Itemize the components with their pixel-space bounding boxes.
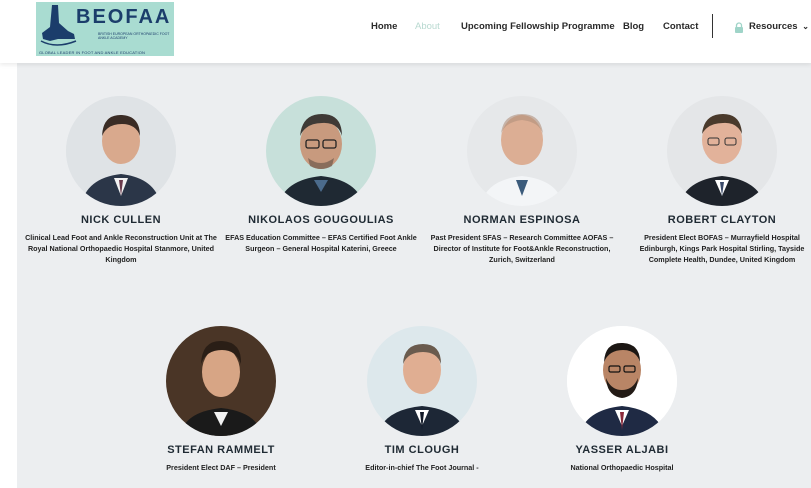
faculty-role: President Elect BOFAS – Murrayfield Hosp… <box>639 233 805 264</box>
nav-home[interactable]: Home <box>371 21 397 32</box>
portrait-image <box>367 326 477 436</box>
avatar <box>367 326 477 436</box>
faculty-card: ROBERT CLAYTON President Elect BOFAS – M… <box>622 96 811 265</box>
faculty-name: YASSER ALJABI <box>575 444 669 456</box>
faculty-role: President Elect DAF – President <box>166 463 276 472</box>
portrait-image <box>667 96 777 206</box>
faculty-card: NICK CULLEN Clinical Lead Foot and Ankle… <box>21 96 221 265</box>
portrait-image <box>467 96 577 206</box>
portrait-image <box>166 326 276 436</box>
faculty-card: TIM CLOUGH Editor-in-chief The Foot Jour… <box>322 326 522 473</box>
nav-resources[interactable]: Resources ⌄ <box>749 21 809 32</box>
page: BEOFAA BRITISH EUROPEAN ORTHOPAEDIC FOOT… <box>0 0 811 488</box>
faculty-role: National Orthopaedic Hospital <box>570 463 674 472</box>
faculty-name: TIM CLOUGH <box>384 444 460 456</box>
site-header: BEOFAA BRITISH EUROPEAN ORTHOPAEDIC FOOT… <box>0 0 811 63</box>
faculty-section: NICK CULLEN Clinical Lead Foot and Ankle… <box>17 63 811 488</box>
portrait-image <box>567 326 677 436</box>
faculty-name: STEFAN RAMMELT <box>167 444 275 456</box>
faculty-card: NIKOLAOS GOUGOULIAS EFAS Education Commi… <box>221 96 421 254</box>
nav-blog[interactable]: Blog <box>623 21 644 32</box>
lock-icon <box>735 22 743 33</box>
faculty-card: NORMAN ESPINOSA Past President SFAS – Re… <box>422 96 622 265</box>
nav-divider <box>712 14 713 38</box>
avatar <box>467 96 577 206</box>
faculty-name: NICK CULLEN <box>80 214 162 226</box>
avatar <box>567 326 677 436</box>
nav-resources-label: Resources <box>749 21 798 32</box>
faculty-role: Past President SFAS – Research Committee… <box>430 233 614 264</box>
faculty-name: NIKOLAOS GOUGOULIAS <box>248 214 394 226</box>
nav-about[interactable]: About <box>415 21 440 32</box>
main-nav: Home About Upcoming Fellowship Programme… <box>0 0 811 54</box>
avatar <box>166 326 276 436</box>
portrait-image <box>266 96 376 206</box>
faculty-role: Clinical Lead Foot and Ankle Reconstruct… <box>25 233 217 264</box>
avatar <box>266 96 376 206</box>
avatar <box>66 96 176 206</box>
avatar <box>667 96 777 206</box>
faculty-role: Editor-in-chief The Foot Journal - <box>365 463 479 472</box>
faculty-name: ROBERT CLAYTON <box>667 214 777 226</box>
portrait-image <box>66 96 176 206</box>
nav-upcoming-fellowship[interactable]: Upcoming Fellowship Programme <box>461 21 615 32</box>
faculty-role: EFAS Education Committee – EFAS Certifie… <box>225 233 417 253</box>
faculty-card: YASSER ALJABI National Orthopaedic Hospi… <box>522 326 722 473</box>
faculty-card: STEFAN RAMMELT President Elect DAF – Pre… <box>121 326 321 473</box>
chevron-down-icon: ⌄ <box>802 22 809 31</box>
faculty-name: NORMAN ESPINOSA <box>463 214 581 226</box>
nav-contact[interactable]: Contact <box>663 21 698 32</box>
